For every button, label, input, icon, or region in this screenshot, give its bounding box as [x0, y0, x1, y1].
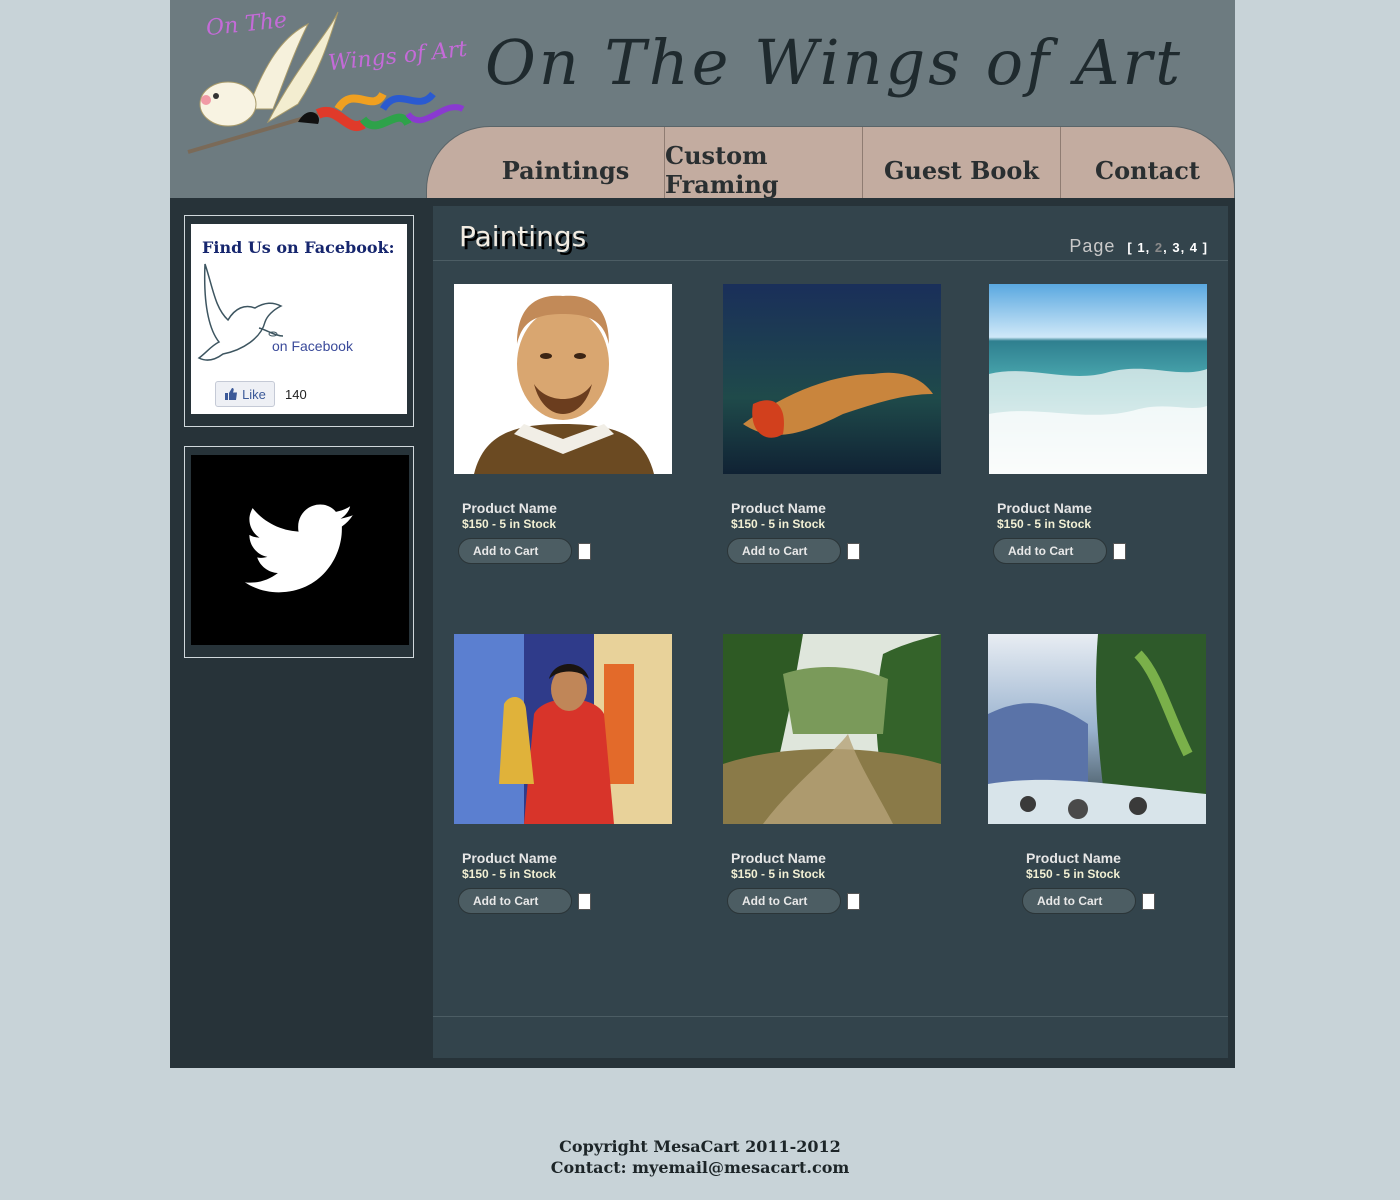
page-link-4[interactable]: 4 — [1190, 240, 1198, 255]
site-title: On The Wings of Art — [485, 26, 1184, 99]
product-name[interactable]: Product Name — [1026, 850, 1218, 866]
content-footer-divider — [433, 1016, 1228, 1017]
product-card: Product Name $150 - 5 in Stock Add to Ca… — [454, 634, 684, 914]
site-container: On The Wings of Art On The Wings of Art … — [170, 0, 1235, 1068]
product-image-forest-river[interactable] — [723, 634, 941, 824]
add-to-cart-button[interactable]: Add to Cart — [993, 538, 1107, 564]
cart-row: Add to Cart — [458, 538, 684, 564]
pager-label: Page — [1069, 236, 1116, 256]
sidebar: Find Us on Facebook: on Facebook Like 14… — [170, 198, 432, 1068]
twitter-widget — [184, 446, 414, 658]
product-checkbox[interactable] — [847, 542, 860, 560]
pager-bracket-open: [ — [1127, 240, 1133, 255]
add-to-cart-button[interactable]: Add to Cart — [727, 888, 841, 914]
product-card: Product Name $150 - 5 in Stock Add to Ca… — [454, 284, 684, 564]
pager-bracket-close: ] — [1202, 240, 1208, 255]
product-price: $150 - 5 in Stock — [731, 517, 826, 531]
cart-row: Add to Cart — [458, 888, 684, 914]
facebook-box[interactable]: Find Us on Facebook: on Facebook Like 14… — [191, 224, 407, 414]
product-checkbox[interactable] — [578, 892, 591, 910]
product-price: $150 - 5 in Stock — [462, 867, 557, 881]
facebook-subtitle: on Facebook — [272, 338, 353, 354]
product-image-mountain-stream[interactable] — [988, 634, 1206, 824]
page-link-2-current: 2 — [1154, 240, 1164, 255]
product-card: Product Name $150 - 5 in Stock Add to Ca… — [989, 284, 1219, 564]
product-image-woman-in-red[interactable] — [454, 634, 672, 824]
main-content: Paintings Page [ 1, 2, 3, 4 ] Product Na… — [433, 206, 1228, 1058]
cart-row: Add to Cart — [727, 538, 953, 564]
nav-item-contact[interactable]: Contact — [1061, 127, 1234, 198]
page-link-1[interactable]: 1 — [1137, 240, 1145, 255]
nav-item-custom-framing[interactable]: Custom Framing — [665, 127, 863, 198]
product-card: Product Name $150 - 5 in Stock Add to Ca… — [988, 634, 1218, 914]
nav-item-guest-book[interactable]: Guest Book — [863, 127, 1061, 198]
product-image-ocean-waves[interactable] — [989, 284, 1207, 474]
product-card: Product Name $150 - 5 in Stock Add to Ca… — [723, 634, 953, 914]
add-to-cart-button[interactable]: Add to Cart — [1022, 888, 1136, 914]
content-header: Paintings Page [ 1, 2, 3, 4 ] — [433, 206, 1228, 261]
add-to-cart-button[interactable]: Add to Cart — [458, 538, 572, 564]
twitter-bird-icon — [244, 504, 354, 593]
page-link-3[interactable]: 3 — [1172, 240, 1180, 255]
add-to-cart-button[interactable]: Add to Cart — [727, 538, 841, 564]
site-logo[interactable]: On The Wings of Art — [178, 4, 468, 154]
product-name[interactable]: Product Name — [462, 850, 684, 866]
pager-numbers: [ 1, 2, 3, 4 ] — [1127, 240, 1208, 255]
product-price: $150 - 5 in Stock — [1026, 867, 1121, 881]
product-name[interactable]: Product Name — [731, 500, 953, 516]
cart-row: Add to Cart — [727, 888, 953, 914]
footer-contact[interactable]: Contact: myemail@mesacart.com — [0, 1157, 1400, 1178]
add-to-cart-button[interactable]: Add to Cart — [458, 888, 572, 914]
footer-copyright: Copyright MesaCart 2011-2012 — [559, 1137, 841, 1156]
product-card: Product Name $150 - 5 in Stock Add to Ca… — [723, 284, 953, 564]
page-title: Paintings — [459, 220, 587, 253]
header: On The Wings of Art On The Wings of Art … — [170, 0, 1235, 198]
product-price: $150 - 5 in Stock — [997, 517, 1092, 531]
like-label: Like — [242, 386, 266, 402]
main-nav: Paintings Custom Framing Guest Book Cont… — [426, 126, 1235, 198]
product-checkbox[interactable] — [1142, 892, 1155, 910]
product-checkbox[interactable] — [1113, 542, 1126, 560]
product-checkbox[interactable] — [847, 892, 860, 910]
product-name[interactable]: Product Name — [462, 500, 684, 516]
cart-row: Add to Cart — [1022, 888, 1218, 914]
product-name[interactable]: Product Name — [997, 500, 1219, 516]
product-name[interactable]: Product Name — [731, 850, 953, 866]
product-image-reclining-figure[interactable] — [723, 284, 941, 474]
thumbs-up-icon — [225, 388, 238, 400]
cart-row: Add to Cart — [993, 538, 1219, 564]
nav-item-paintings[interactable]: Paintings — [467, 127, 665, 198]
like-count: 140 — [285, 387, 307, 402]
product-price: $150 - 5 in Stock — [462, 517, 557, 531]
facebook-title: Find Us on Facebook: — [202, 238, 395, 257]
twitter-box[interactable] — [191, 455, 409, 645]
product-image-shakespeare[interactable] — [454, 284, 672, 474]
pagination: Page [ 1, 2, 3, 4 ] — [1069, 236, 1208, 257]
facebook-widget: Find Us on Facebook: on Facebook Like 14… — [184, 215, 414, 427]
page-footer: Copyright MesaCart 2011-2012 Contact: my… — [0, 1136, 1400, 1178]
like-button[interactable]: Like — [215, 381, 275, 407]
product-price: $150 - 5 in Stock — [731, 867, 826, 881]
product-checkbox[interactable] — [578, 542, 591, 560]
